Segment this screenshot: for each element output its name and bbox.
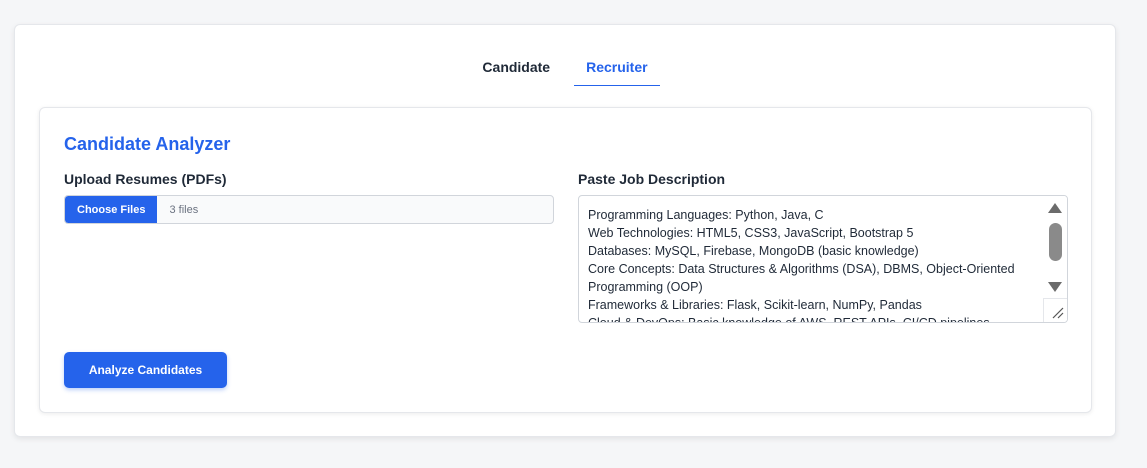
jd-line: Databases: MySQL, Firebase, MongoDB (bas… bbox=[588, 244, 919, 258]
file-status-text: 3 files bbox=[169, 203, 199, 216]
jd-line: Frameworks & Libraries: Flask, Scikit-le… bbox=[588, 298, 922, 312]
jd-line: Cloud & DevOps: Basic knowledge of AWS, … bbox=[588, 316, 990, 323]
scroll-down-arrow-icon[interactable] bbox=[1048, 282, 1062, 292]
scroll-up-arrow-icon[interactable] bbox=[1048, 203, 1062, 213]
main-card: Candidate Recruiter Candidate Analyzer U… bbox=[14, 24, 1116, 437]
jd-line: Core Concepts: Data Structures & Algorit… bbox=[588, 262, 1015, 294]
resize-handle-icon[interactable] bbox=[1043, 298, 1067, 322]
tab-candidate[interactable]: Candidate bbox=[470, 53, 562, 86]
tab-bar: Candidate Recruiter bbox=[15, 53, 1115, 86]
scroll-thumb[interactable] bbox=[1049, 223, 1062, 261]
tab-recruiter[interactable]: Recruiter bbox=[574, 53, 660, 86]
choose-files-button[interactable]: Choose Files bbox=[65, 196, 158, 223]
analyzer-panel: Candidate Analyzer Upload Resumes (PDFs)… bbox=[39, 107, 1092, 413]
job-description-textarea[interactable]: Programming Languages: Python, Java, C W… bbox=[578, 195, 1068, 323]
jd-line: Web Technologies: HTML5, CSS3, JavaScrip… bbox=[588, 226, 914, 240]
upload-resumes-label: Upload Resumes (PDFs) bbox=[64, 171, 227, 187]
analyze-candidates-button[interactable]: Analyze Candidates bbox=[64, 352, 227, 388]
panel-title: Candidate Analyzer bbox=[64, 134, 231, 154]
jd-line: Programming Languages: Python, Java, C bbox=[588, 208, 824, 222]
resume-file-input[interactable]: Choose Files 3 files bbox=[64, 195, 554, 224]
job-description-text: Programming Languages: Python, Java, C W… bbox=[588, 206, 1043, 323]
job-description-label: Paste Job Description bbox=[578, 171, 726, 187]
